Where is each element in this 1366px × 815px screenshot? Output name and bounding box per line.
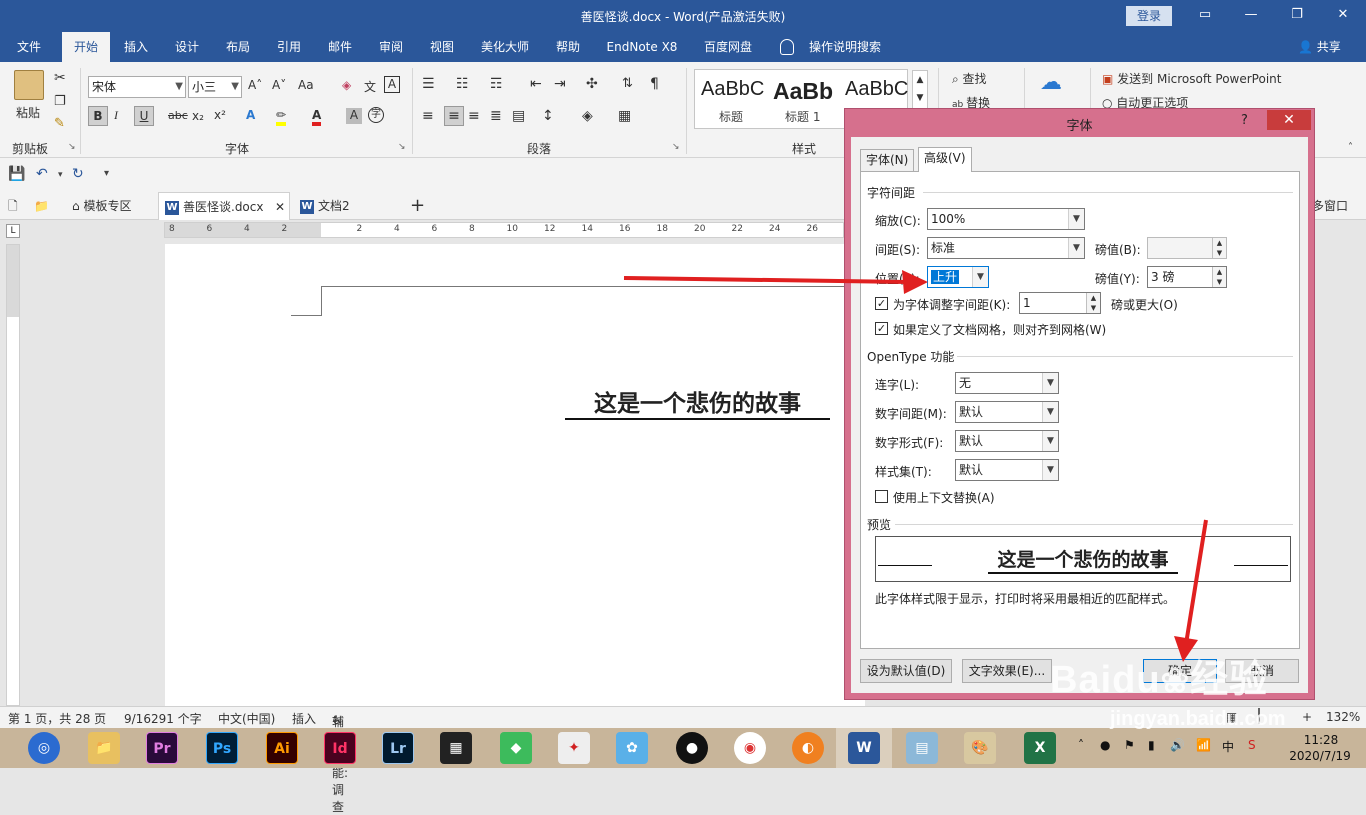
paw-icon: ❀ [1160,662,1191,700]
watermark-cn-text: 经验 [1190,659,1269,701]
arrow-to-position-field [623,270,928,294]
watermark-url: jingyan.baidu.com [1110,708,1286,730]
watermark-brand: Baidu❀经验 [1050,648,1268,703]
tab-advanced[interactable]: 高级(V) [918,147,972,172]
arrow-to-ok-button [1174,519,1208,662]
watermark-brand-text: Baidu [1050,659,1161,701]
